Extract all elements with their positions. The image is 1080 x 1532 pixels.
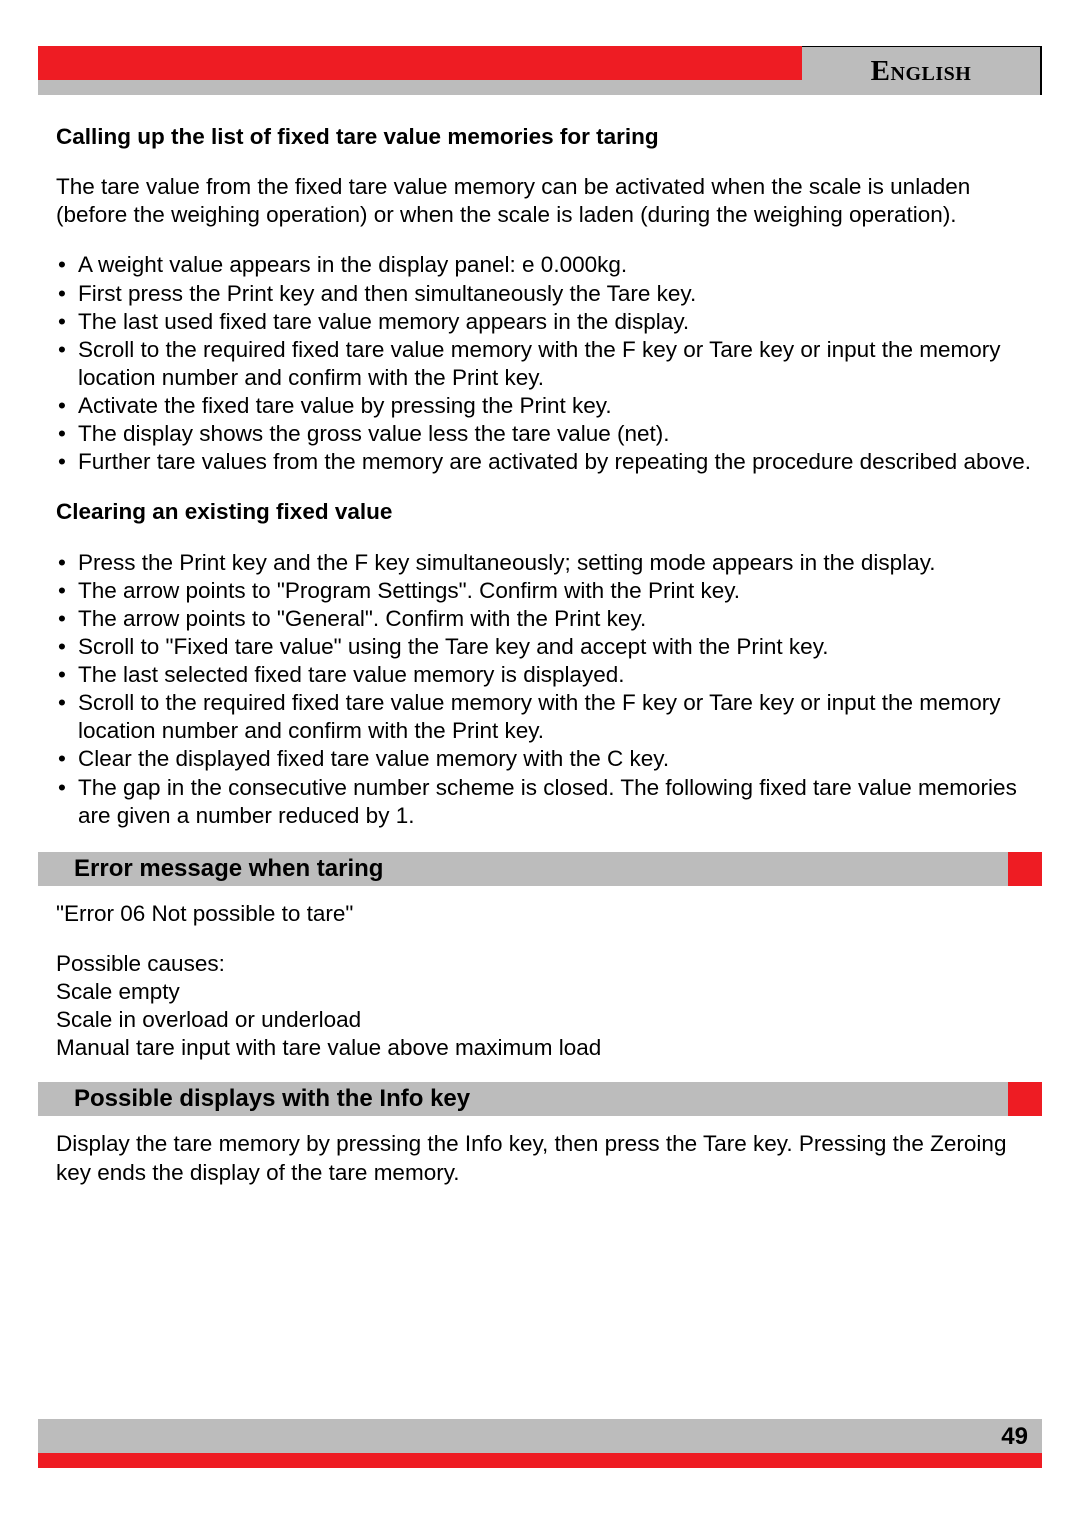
list-item: The gap in the consecutive number scheme… [56, 774, 1032, 830]
section2-bullets: Press the Print key and the F key simult… [56, 549, 1032, 830]
list-item: The arrow points to "General". Confirm w… [56, 605, 1032, 633]
list-item: Clear the displayed fixed tare value mem… [56, 745, 1032, 773]
section-title: Possible displays with the Info key [38, 1082, 1042, 1116]
list-item: First press the Print key and then simul… [56, 280, 1032, 308]
section1-bullets: A weight value appears in the display pa… [56, 251, 1032, 476]
list-item: The arrow points to "Program Settings". … [56, 577, 1032, 605]
section-title: Error message when taring [38, 852, 1042, 886]
list-item: Scroll to the required fixed tare value … [56, 336, 1032, 392]
subheading-clearing: Clearing an existing fixed value [56, 498, 1032, 526]
error-causes: Possible causes: Scale empty Scale in ov… [56, 950, 1032, 1063]
footer-red-strip [38, 1453, 1042, 1468]
section-bar-error: Error message when taring [38, 852, 1042, 886]
section1-intro: The tare value from the fixed tare value… [56, 173, 1032, 229]
language-tab: English [802, 46, 1042, 95]
list-item: The last used fixed tare value memory ap… [56, 308, 1032, 336]
header-bar: English [38, 46, 1042, 95]
section-bar-info: Possible displays with the Info key [38, 1082, 1042, 1116]
subheading-calling-up: Calling up the list of fixed tare value … [56, 123, 1032, 151]
list-item: Activate the fixed tare value by pressin… [56, 392, 1032, 420]
page-number: 49 [1001, 1423, 1028, 1451]
content: Calling up the list of fixed tare value … [38, 95, 1042, 1187]
list-item: A weight value appears in the display pa… [56, 251, 1032, 279]
list-item: The display shows the gross value less t… [56, 420, 1032, 448]
section-red-square [1008, 852, 1042, 886]
error-line: "Error 06 Not possible to tare" [56, 900, 1032, 928]
list-item: Press the Print key and the F key simult… [56, 549, 1032, 577]
section-red-square [1008, 1082, 1042, 1116]
list-item: The last selected fixed tare value memor… [56, 661, 1032, 689]
info-para: Display the tare memory by pressing the … [56, 1130, 1032, 1186]
footer-gray-strip: 49 [38, 1419, 1042, 1453]
list-item: Further tare values from the memory are … [56, 448, 1032, 476]
list-item: Scroll to the required fixed tare value … [56, 689, 1032, 745]
list-item: Scroll to "Fixed tare value" using the T… [56, 633, 1032, 661]
footer-bar: 49 [38, 1419, 1042, 1468]
page: English Calling up the list of fixed tar… [0, 0, 1080, 1532]
